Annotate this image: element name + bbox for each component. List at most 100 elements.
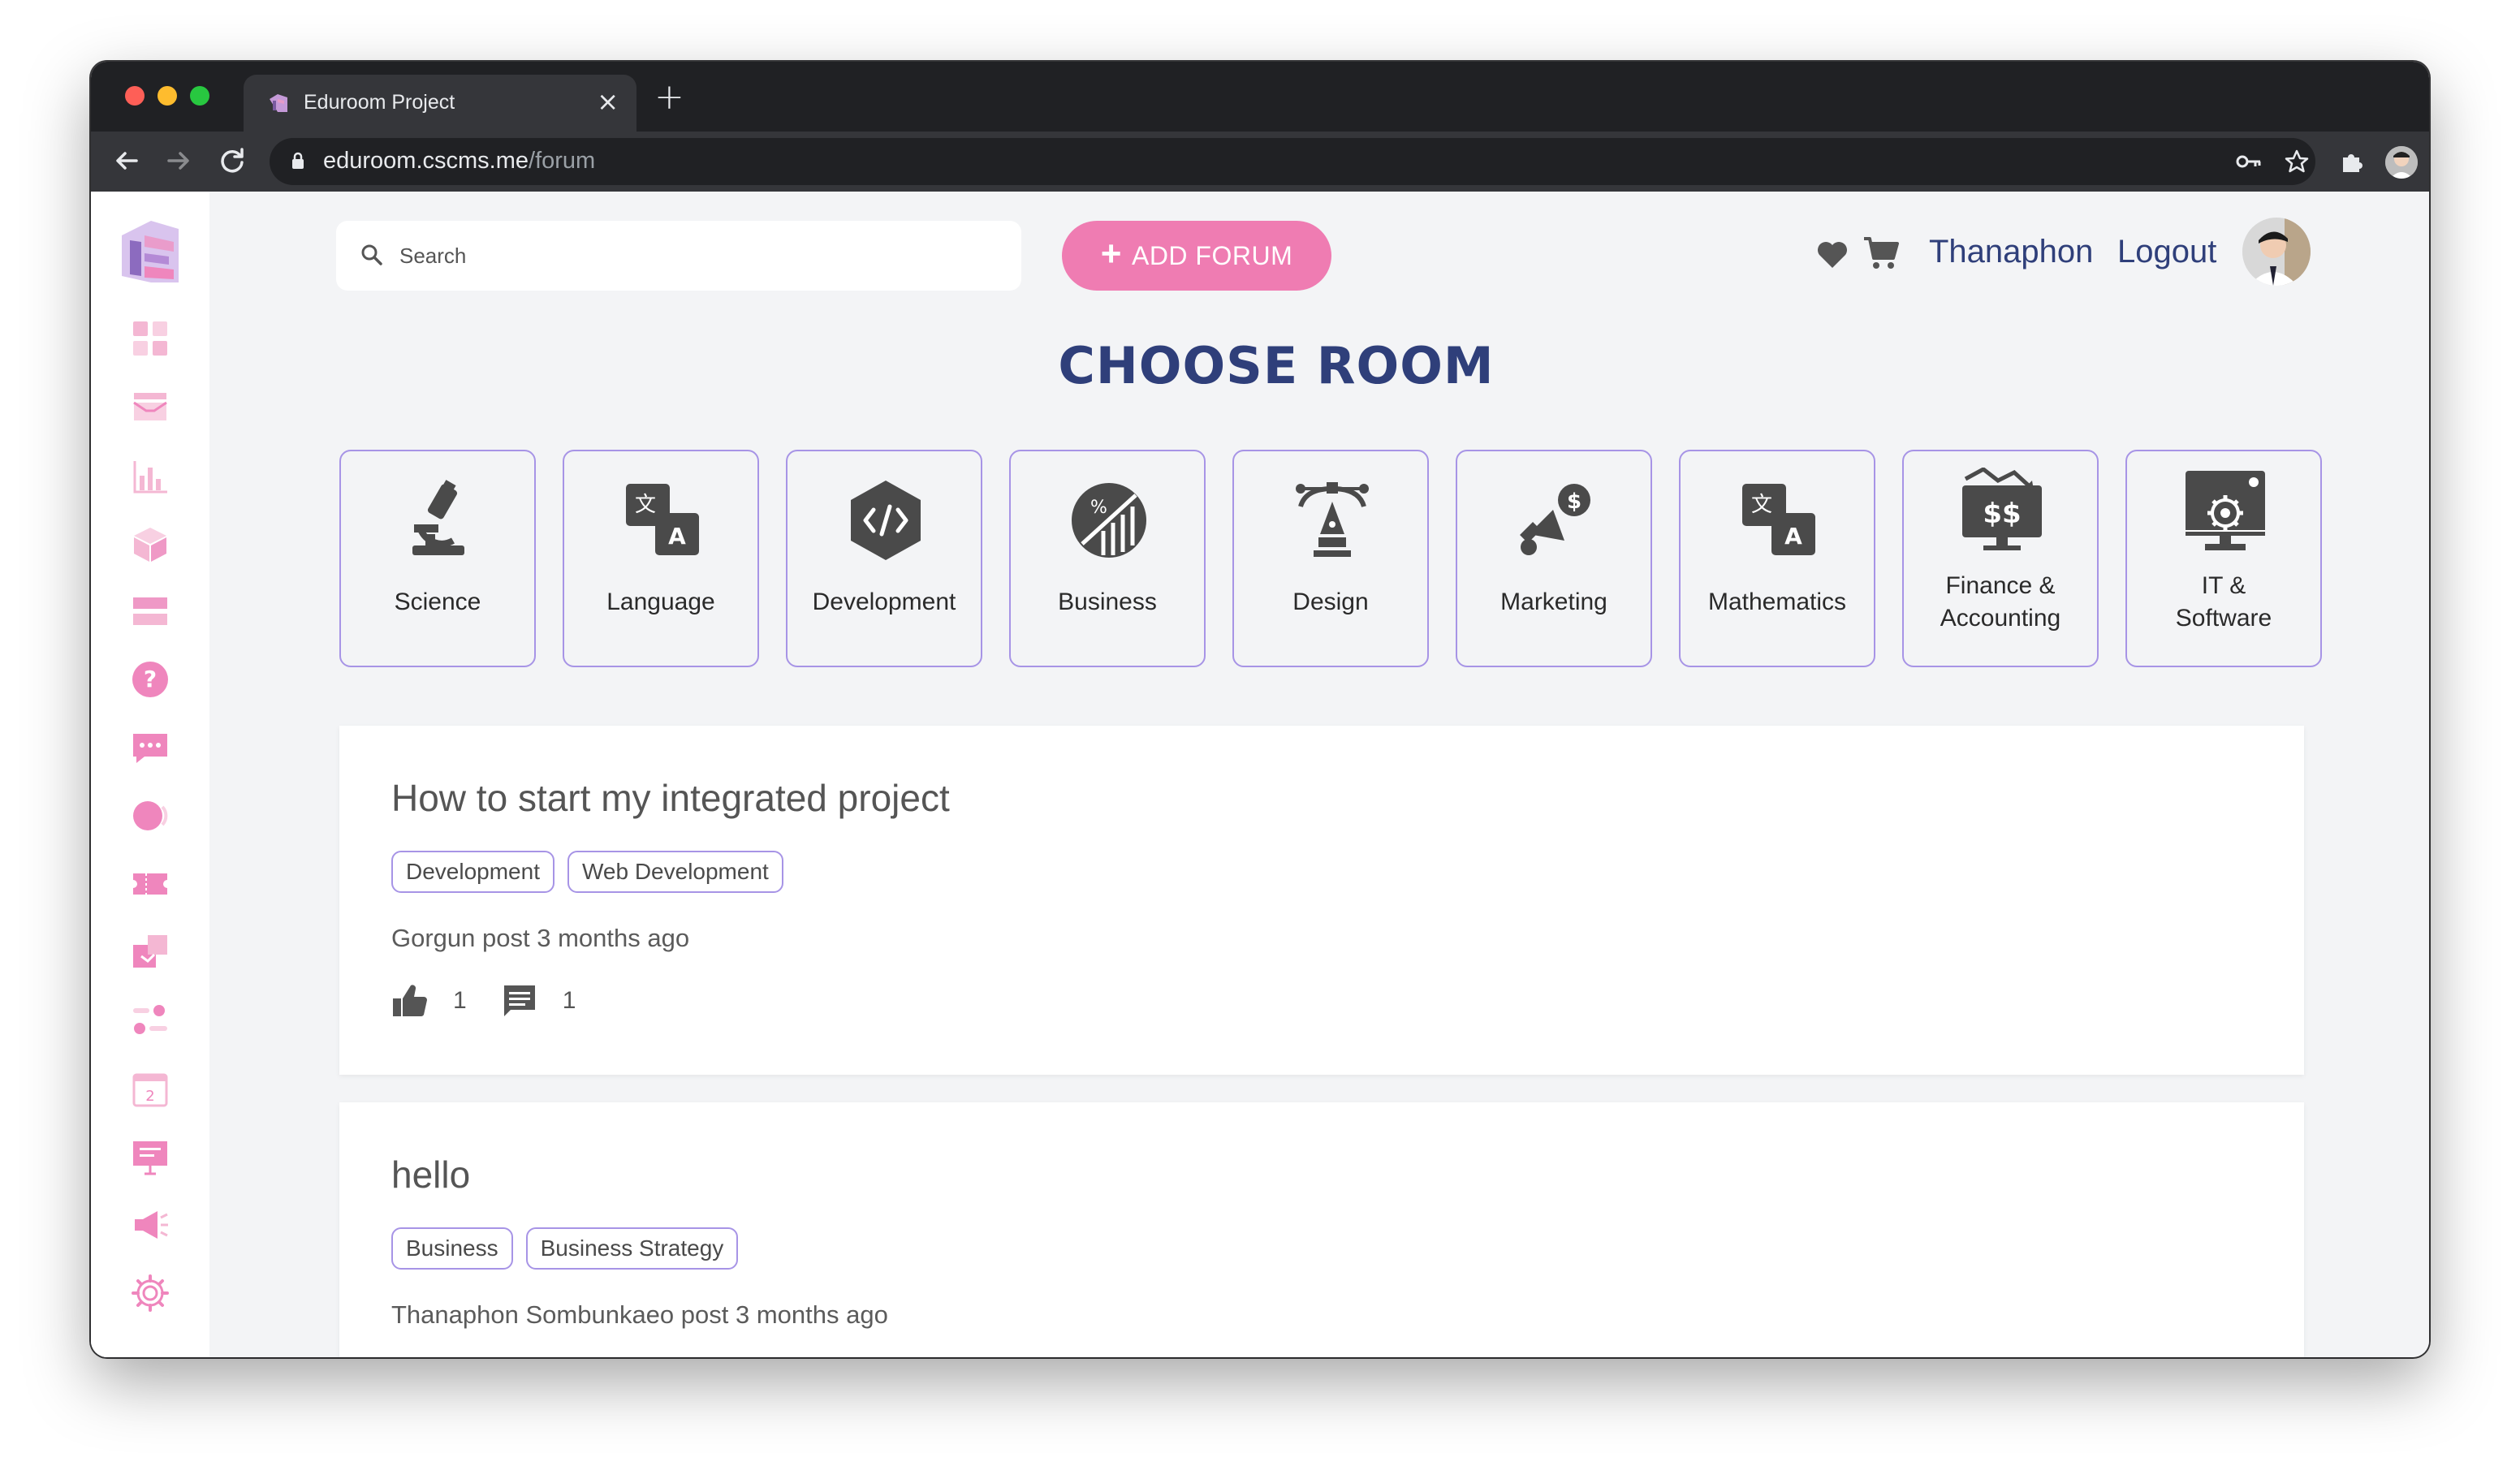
presentation-board-icon[interactable] [130, 1136, 170, 1177]
settings-gear-icon[interactable] [130, 1273, 170, 1313]
ticket-icon[interactable] [130, 864, 170, 904]
svg-text:文: 文 [635, 493, 656, 517]
room-label: Science [394, 589, 481, 615]
shopping-cart-icon[interactable] [1862, 235, 1900, 271]
tag-chip[interactable]: Business Strategy [525, 1227, 739, 1270]
post-meta: Gorgun post 3 months ago [391, 924, 690, 952]
room-label: Design [1292, 589, 1369, 615]
microscope-icon [412, 480, 464, 555]
search-input[interactable] [399, 235, 1000, 276]
plus-icon: + [1100, 234, 1122, 274]
layout-icon[interactable] [130, 591, 170, 632]
back-arrow-icon[interactable] [107, 141, 146, 180]
svg-text:?: ? [144, 666, 157, 692]
room-label: Software [2175, 605, 2272, 632]
heart-icon[interactable] [1815, 239, 1849, 271]
forum-post-card[interactable]: How to start my integrated project Devel… [339, 726, 2304, 1075]
room-card-language[interactable]: 文 A Language [563, 450, 759, 667]
comment-count: 1 [562, 987, 576, 1014]
url-host: eduroom.cscms.me [323, 148, 529, 174]
help-question-icon[interactable]: ? [130, 659, 170, 700]
record-icon[interactable] [130, 796, 170, 836]
comment-icon[interactable] [501, 982, 538, 1020]
thumbs-up-icon[interactable] [391, 982, 429, 1020]
pen-tool-icon [1296, 482, 1369, 557]
bookmark-star-icon[interactable] [2283, 148, 2311, 175]
translate-icon: 文 A [626, 484, 699, 555]
post-title[interactable]: hello [391, 1153, 470, 1197]
announcement-megaphone-icon[interactable] [130, 1205, 170, 1245]
eduroom-logo-icon[interactable] [115, 213, 183, 286]
room-card-finance-accounting[interactable]: $$ Finance & Accounting [1902, 450, 2099, 667]
avatar-photo-icon [2242, 218, 2311, 286]
tab-title: Eduroom Project [304, 91, 455, 114]
add-forum-button[interactable]: + ADD FORUM [1062, 221, 1331, 291]
toggles-icon[interactable] [130, 1000, 170, 1041]
key-icon[interactable] [2234, 149, 2263, 174]
room-label: Finance & [1945, 572, 2056, 599]
logout-link[interactable]: Logout [2117, 234, 2216, 270]
new-tab-button[interactable]: + [654, 76, 684, 118]
post-title[interactable]: How to start my integrated project [391, 776, 950, 820]
room-card-science[interactable]: Science [339, 450, 536, 667]
lock-icon [292, 152, 304, 169]
zoom-window-button[interactable] [190, 86, 209, 106]
room-label: IT & [2201, 572, 2246, 599]
like-count: 1 [453, 987, 467, 1014]
svg-text:2: 2 [145, 1088, 154, 1105]
search-icon [361, 244, 382, 265]
room-card-it-software[interactable]: IT & Software [2125, 450, 2322, 667]
code-icon [851, 481, 921, 560]
browser-tab[interactable]: Eduroom Project × [244, 75, 636, 132]
room-card-mathematics[interactable]: 文 A Mathematics [1679, 450, 1875, 667]
forward-arrow-icon[interactable] [159, 141, 198, 180]
translate-icon: 文 A [1742, 484, 1815, 555]
browser-toolbar: eduroom.cscms.me/forum ⋮ [91, 132, 2429, 192]
finance-monitor-icon: $$ [1962, 468, 2042, 550]
room-label: Marketing [1500, 589, 1607, 615]
minimize-window-button[interactable] [158, 86, 177, 106]
software-monitor-icon [2186, 471, 2265, 550]
user-name-link[interactable]: Thanaphon [1929, 234, 2093, 270]
svg-text:文: 文 [1751, 493, 1772, 517]
svg-text:$$: $$ [1983, 498, 2021, 530]
post-tags: Development Web Development [391, 851, 783, 893]
tag-chip[interactable]: Web Development [567, 851, 783, 893]
megaphone-icon: $ [1520, 484, 1590, 555]
browser-window: Eduroom Project × + eduroom.cscms.me/for… [91, 62, 2429, 1357]
cube-icon[interactable] [130, 524, 170, 565]
room-card-development[interactable]: Development [786, 450, 982, 667]
room-card-business[interactable]: % Business [1009, 450, 1206, 667]
browser-profile-avatar[interactable] [2385, 146, 2418, 179]
room-label: Mathematics [1707, 589, 1847, 615]
forum-post-card[interactable]: hello Business Business Strategy Thanaph… [339, 1102, 2304, 1357]
room-label: Language [606, 589, 715, 615]
add-forum-label: ADD FORUM [1131, 240, 1293, 270]
chat-icon[interactable] [130, 727, 170, 768]
tag-chip[interactable]: Business [391, 1227, 513, 1270]
address-bar[interactable]: eduroom.cscms.me/forum [270, 138, 2315, 185]
profile-photo-icon [2385, 146, 2418, 179]
close-window-button[interactable] [125, 86, 145, 106]
calendar-icon[interactable]: 2 [130, 1068, 170, 1109]
room-label: Development [812, 589, 956, 615]
puzzle-icon[interactable] [130, 932, 170, 972]
post-meta: Thanaphon Sombunkaeo post 3 months ago [391, 1300, 888, 1329]
business-chart-icon: % [1072, 483, 1146, 558]
reload-icon[interactable] [213, 141, 252, 180]
room-card-design[interactable]: Design [1232, 450, 1429, 667]
tab-bar: Eduroom Project × + [91, 62, 2429, 132]
page-content: ? 2 + ADD FORUM [91, 192, 2429, 1357]
bar-chart-icon[interactable] [130, 456, 170, 497]
post-stats: 1 1 [391, 982, 610, 1020]
svg-text:$: $ [1567, 489, 1581, 514]
room-card-marketing[interactable]: $ Marketing [1456, 450, 1652, 667]
user-avatar[interactable] [2242, 218, 2311, 286]
room-grid: Science 文 A Language Development % Busin… [339, 450, 2322, 669]
url-text: eduroom.cscms.me/forum [323, 148, 595, 175]
extensions-puzzle-icon[interactable] [2338, 149, 2364, 175]
tab-close-icon[interactable]: × [597, 86, 619, 117]
url-path: /forum [529, 148, 596, 174]
page-title: CHOOSE ROOM [1058, 336, 1495, 395]
tag-chip[interactable]: Development [391, 851, 554, 893]
